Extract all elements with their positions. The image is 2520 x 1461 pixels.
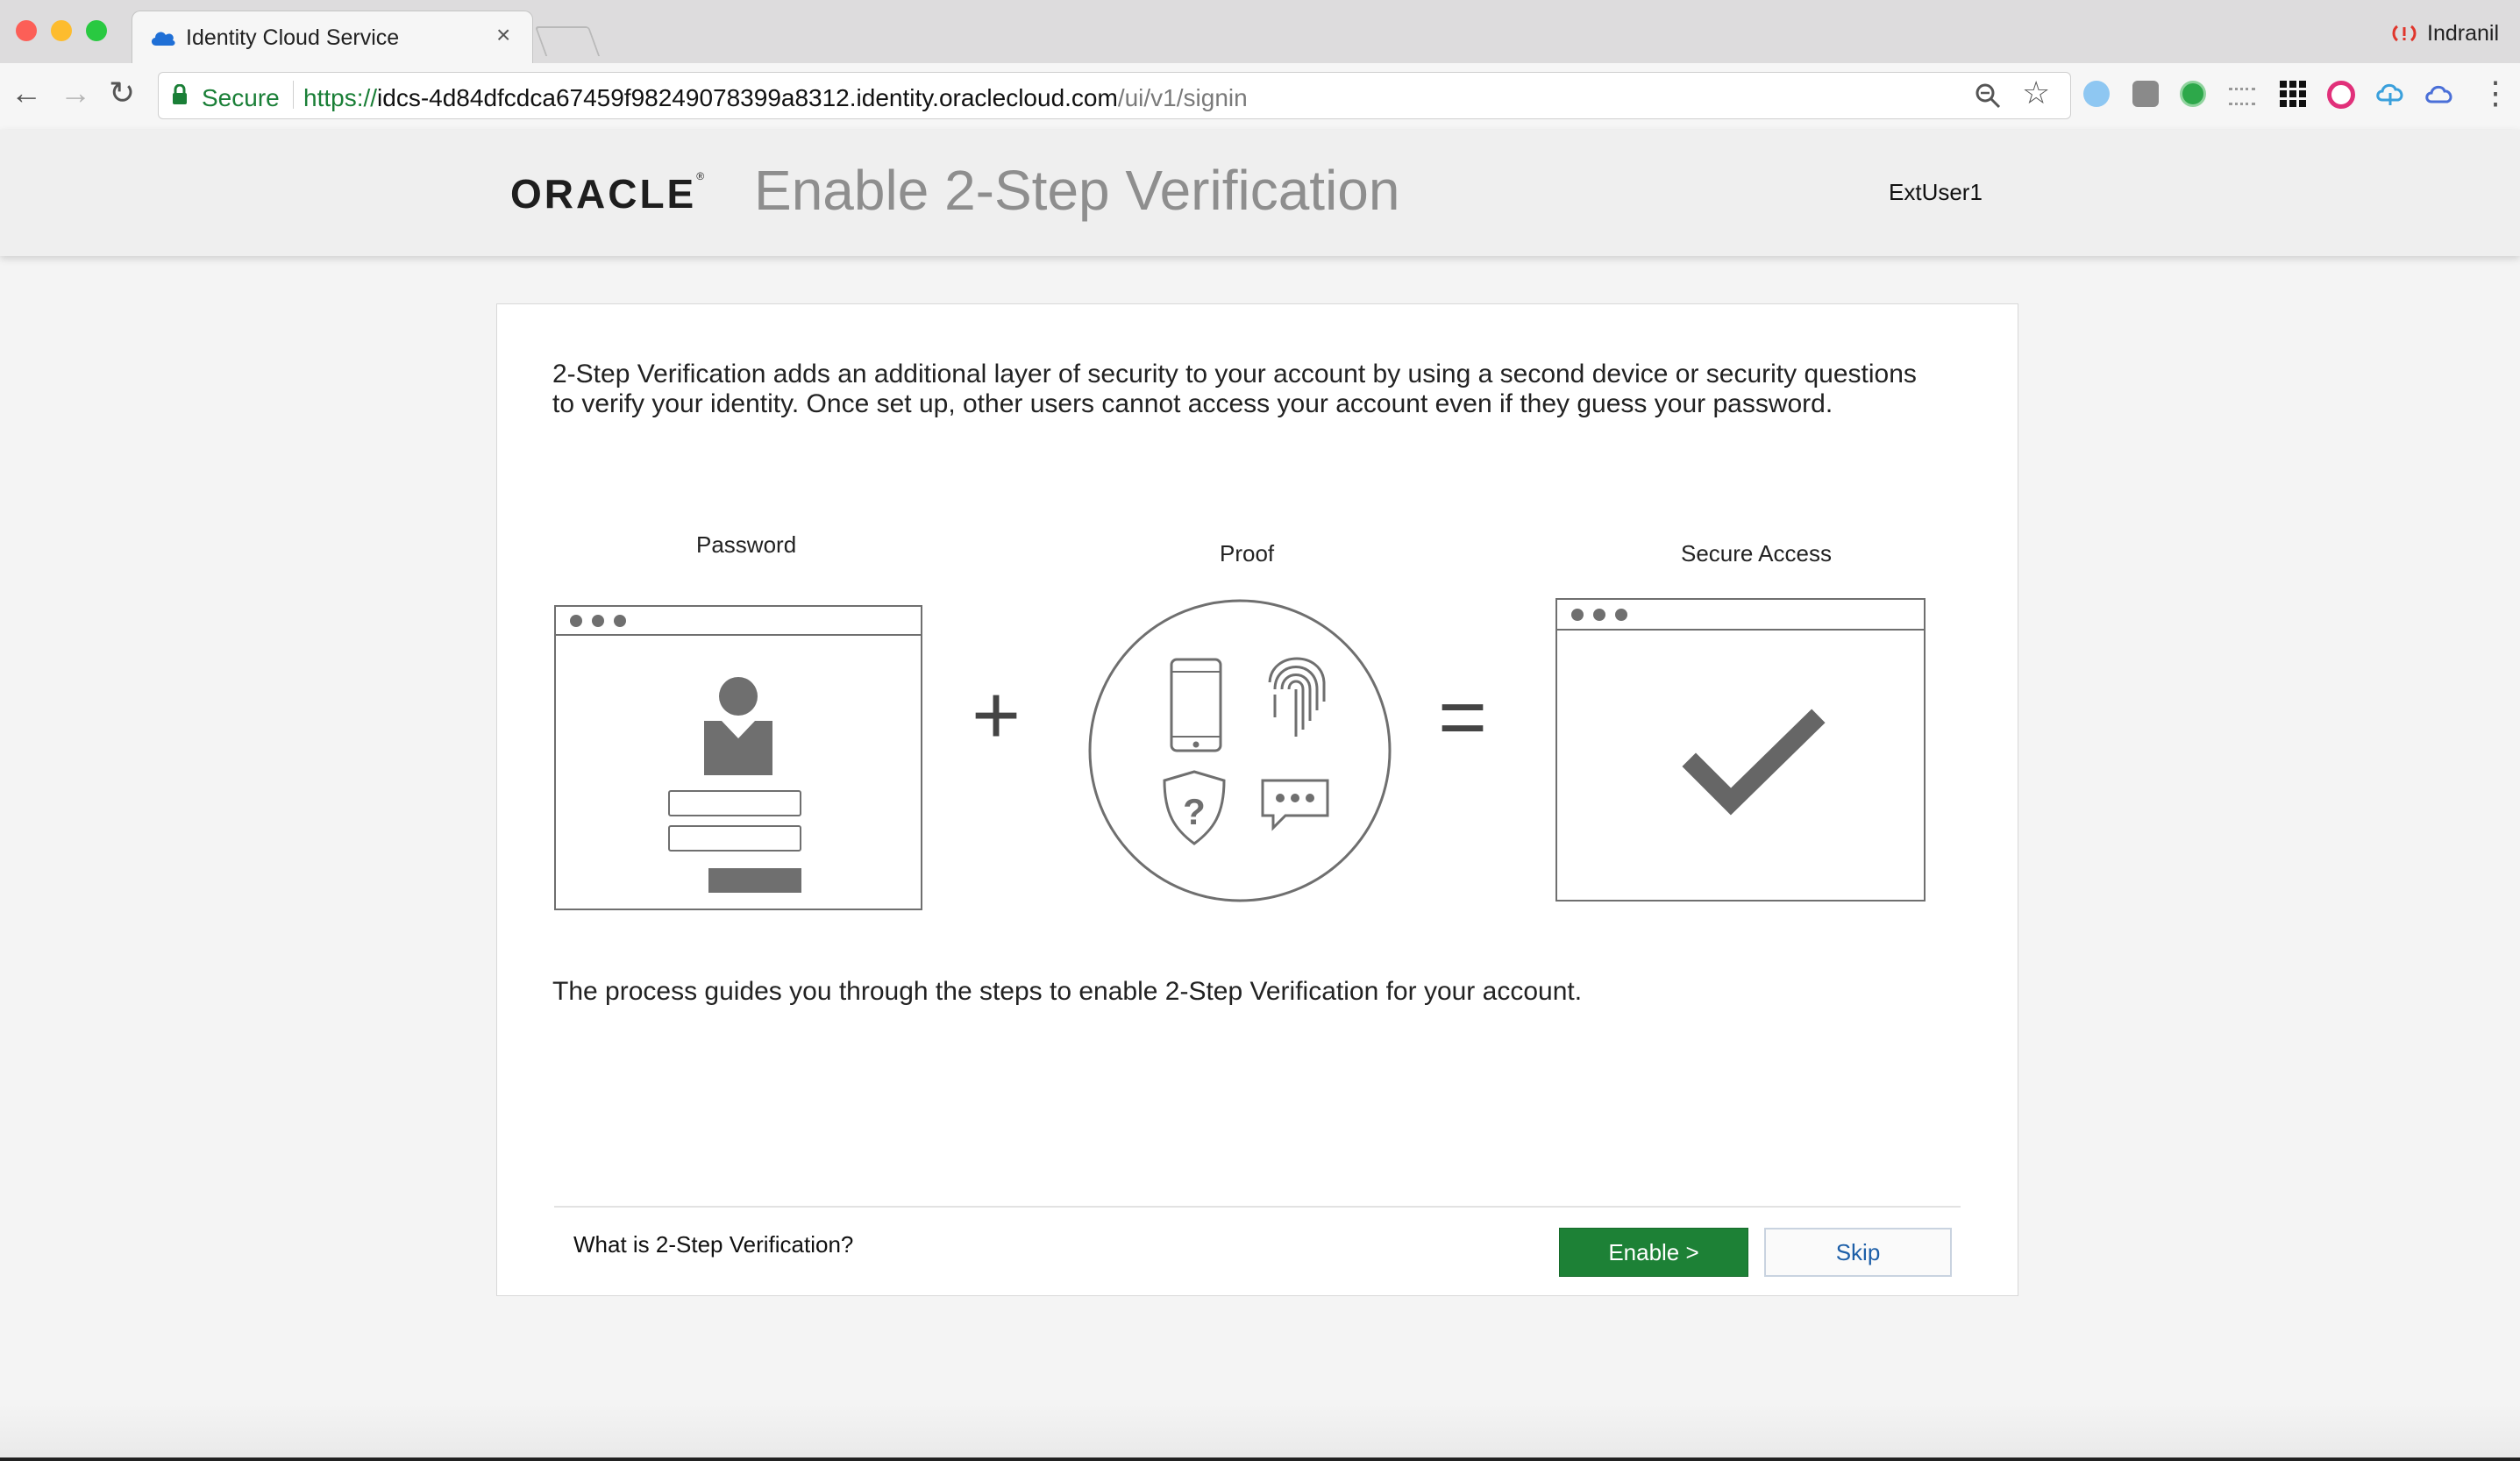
step-label-secure-access: Secure Access	[1681, 540, 1832, 567]
guide-text: The process guides you through the steps…	[552, 977, 1583, 1006]
svg-text:?: ?	[1183, 791, 1206, 832]
secure-label: Secure	[202, 84, 280, 111]
grid-icon[interactable]	[2280, 81, 2306, 107]
step-label-password: Password	[696, 531, 797, 558]
reload-button[interactable]: ↻	[109, 77, 135, 109]
tab-title: Identity Cloud Service	[186, 25, 400, 50]
url-host: idcs-4d84dfcdca67459f98249078399a8312.id…	[377, 84, 1118, 111]
logo-text: ORACLE	[510, 171, 697, 217]
profile-sync-icon[interactable]	[2392, 21, 2417, 46]
zoom-window-button[interactable]	[86, 20, 107, 41]
browser-menu-icon[interactable]: ⋮	[2480, 77, 2511, 109]
password-illustration	[554, 605, 922, 910]
tab-close-icon[interactable]: ×	[496, 23, 510, 47]
url-path: /ui/v1/signin	[1117, 84, 1248, 111]
user-name[interactable]: ExtUser1	[1889, 179, 1983, 206]
page-title: Enable 2-Step Verification	[754, 159, 1400, 222]
sliders-icon[interactable]	[2229, 88, 2255, 105]
url-text[interactable]: https://idcs-4d84dfcdca67459f98249078399…	[303, 84, 1248, 112]
intro-text: 2-Step Verification adds an additional l…	[552, 360, 1917, 418]
forward-button[interactable]: →	[60, 77, 91, 109]
close-window-button[interactable]	[16, 20, 37, 41]
what-is-2-step-link[interactable]: What is 2-Step Verification?	[573, 1231, 853, 1258]
lock-icon	[173, 84, 187, 104]
new-tab-button[interactable]	[534, 26, 601, 56]
zoom-icon[interactable]	[1975, 82, 2001, 109]
snowflake-icon[interactable]	[2083, 81, 2110, 107]
green-dot-icon[interactable]	[2180, 81, 2206, 107]
page-bottom-shade	[0, 1403, 2520, 1461]
window-bottom-edge	[0, 1457, 2520, 1461]
url-scheme: https://	[303, 84, 378, 111]
cloud-icon	[151, 32, 175, 46]
footer-divider	[554, 1206, 1961, 1208]
pink-circle-icon[interactable]	[2327, 81, 2355, 109]
back-button[interactable]: ←	[11, 77, 42, 109]
logo-trademark: ®	[696, 170, 708, 182]
cloud-sync-icon[interactable]	[2374, 81, 2406, 107]
profile-name[interactable]: Indranil	[2427, 21, 2499, 46]
equals-sign: =	[1438, 670, 1488, 764]
enable-button[interactable]: Enable >	[1559, 1228, 1748, 1277]
square-icon[interactable]	[2132, 81, 2159, 107]
step-label-proof: Proof	[1220, 540, 1275, 567]
oracle-logo: ORACLE®	[510, 170, 707, 217]
plus-sign: +	[972, 668, 1022, 762]
bookmark-star-icon[interactable]: ☆	[2022, 77, 2050, 109]
cloud-outline-icon[interactable]	[2424, 82, 2455, 105]
secure-divider	[293, 81, 294, 109]
skip-button[interactable]: Skip	[1764, 1228, 1952, 1277]
proof-illustration: ?	[1088, 599, 1392, 902]
minimize-window-button[interactable]	[51, 20, 72, 41]
secure-access-illustration	[1555, 598, 1926, 902]
